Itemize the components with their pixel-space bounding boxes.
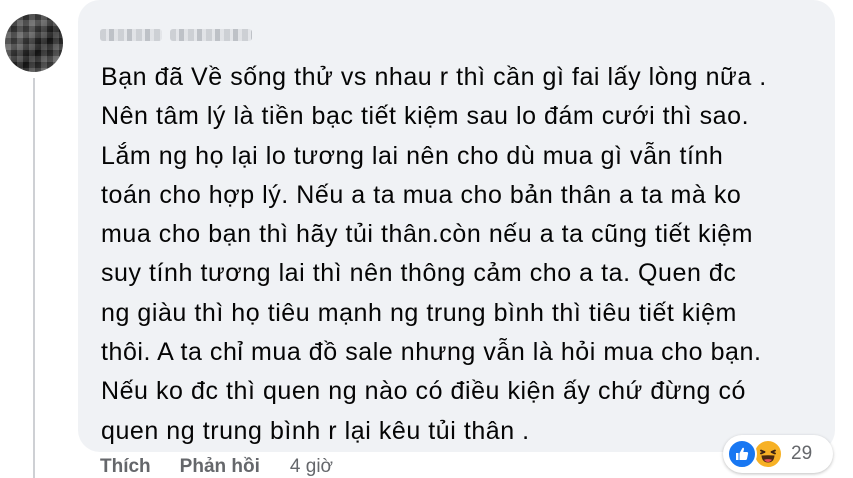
comment-line: Bạn đã Về sống thử vs nhau r thì cần gì … — [101, 63, 767, 91]
haha-icon — [753, 439, 783, 469]
comment-line: toán cho hợp lý. Nếu a ta mua cho bản th… — [101, 180, 742, 209]
like-button[interactable]: Thích — [100, 456, 151, 478]
comment-line: ng giàu thì họ tiêu mạnh ng trung bình t… — [101, 298, 737, 327]
comment-line: suy tính tương lai thì nên thông cảm cho… — [101, 259, 737, 288]
comment-line: mua cho bạn thì hãy tủi thân.còn nếu a t… — [101, 220, 754, 249]
avatar[interactable] — [5, 14, 63, 72]
thread-line — [33, 78, 35, 478]
reaction-count: 29 — [791, 443, 813, 464]
reactions-summary[interactable]: 29 — [723, 435, 833, 473]
timestamp[interactable]: 4 giờ — [290, 456, 333, 478]
comment-line: Nên tâm lý là tiền bạc tiết kiệm sau lo … — [101, 102, 750, 131]
blurred-name-part — [170, 29, 252, 41]
avatar-pixelation — [5, 14, 63, 72]
like-icon — [727, 439, 757, 469]
thumbs-up-glyph — [736, 447, 749, 460]
reply-button[interactable]: Phản hồi — [180, 456, 260, 478]
laughing-face-glyph — [756, 442, 780, 466]
comment-actions: Thích Phản hồi 4 giờ — [100, 456, 333, 478]
comment-line: thôi. A ta chỉ mua đồ sale nhưng vẫn là … — [101, 338, 762, 367]
comment-text: Bạn đã Về sống thử vs nhau r thì cần gì … — [101, 58, 821, 451]
comment-line: Lắm ng họ lại lo tương lai nên cho dù mu… — [101, 141, 724, 170]
author-name-blurred[interactable] — [100, 26, 260, 44]
comment-line: quen ng trung bình r lại kêu tủi thân . — [101, 416, 530, 445]
comment-line: Nếu ko đc thì quen ng nào có điều kiện ấ… — [101, 377, 746, 406]
comment: Bạn đã Về sống thử vs nhau r thì cần gì … — [0, 0, 853, 478]
blurred-name-part — [100, 29, 162, 41]
